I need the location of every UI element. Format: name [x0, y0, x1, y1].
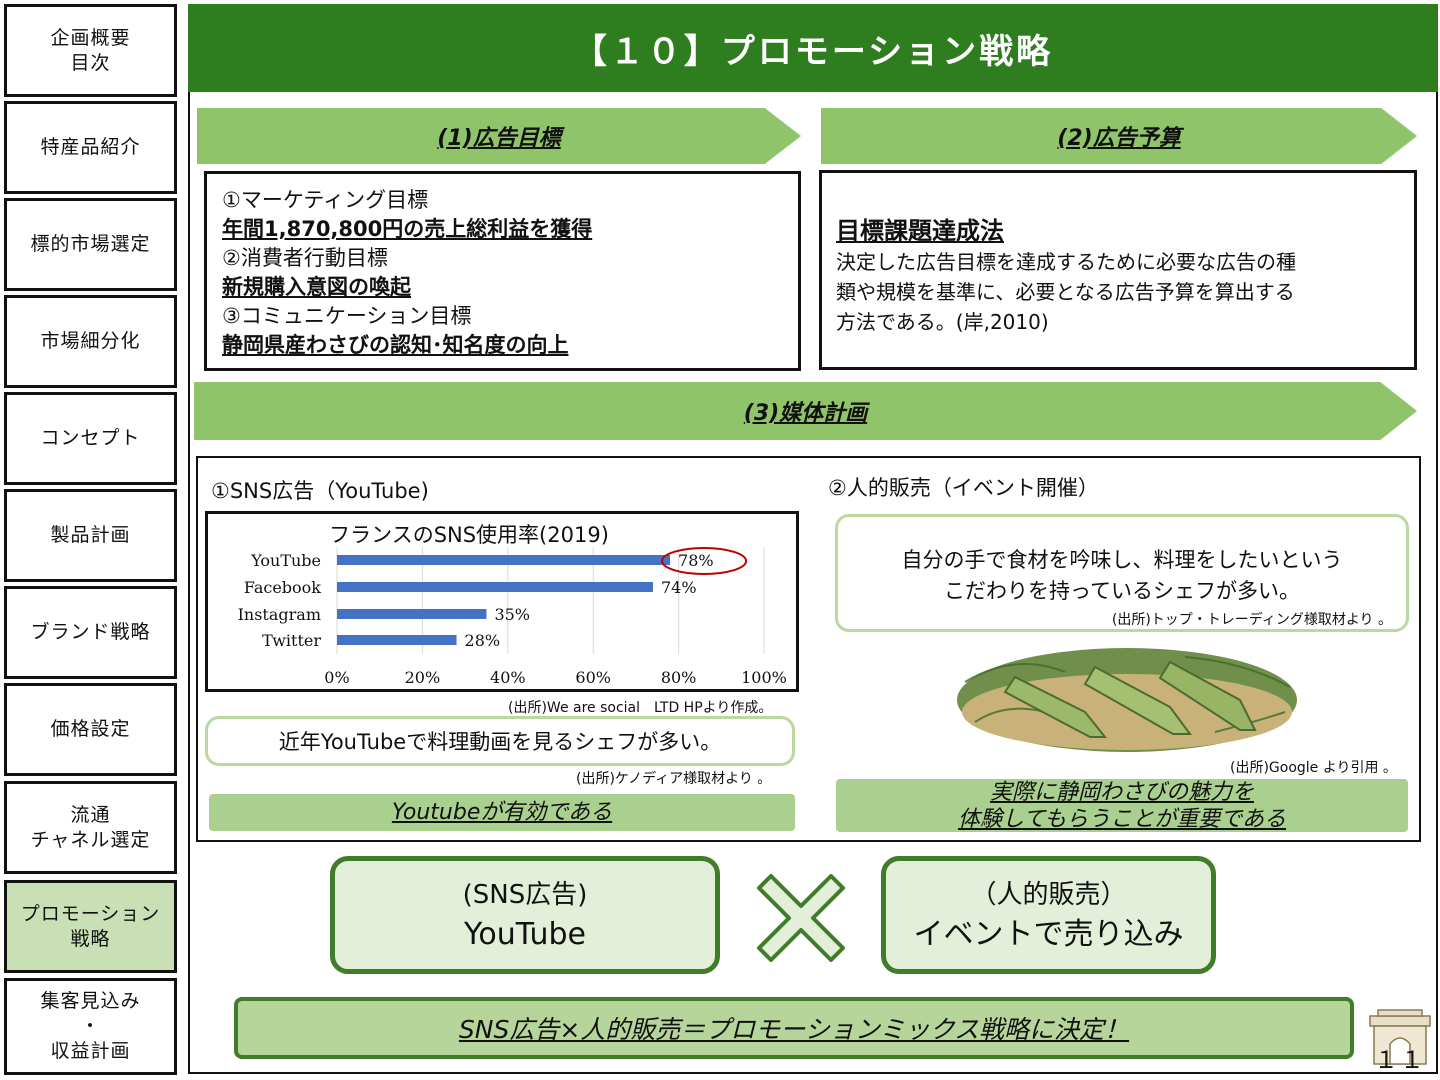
chart-x-tick: 100%	[741, 668, 787, 687]
goal-line-5: ③コミュニケーション目標	[222, 304, 472, 328]
chef-callout: 自分の手で食材を吟味し、料理をしたいという こだわりを持っているシェフが多い。 …	[835, 514, 1409, 632]
sidebar-item-product-intro[interactable]: 特産品紹介	[4, 101, 177, 194]
chart-x-tick: 40%	[490, 668, 526, 687]
chart-value-label: 28%	[465, 631, 501, 650]
chart-bar	[337, 582, 653, 592]
chart-x-tick: 80%	[661, 668, 697, 687]
section1-heading: (1)広告目標	[437, 126, 561, 151]
chef-callout-source: (出所)トップ・トレーディング様取材より 。	[1111, 612, 1392, 628]
goal-line-4: 新規購入意図の喚起	[222, 275, 411, 299]
sidebar-item-product-plan[interactable]: 製品計画	[4, 489, 177, 582]
wasabi-photo	[957, 648, 1297, 752]
chart-category-label: Instagram	[238, 605, 321, 624]
sidebar-item-revenue[interactable]: 集客見込み ・ 収益計画	[4, 978, 177, 1075]
ad-budget-box: 目標課題達成法 決定した広告目標を達成するために必要な広告の種 類や規模を基準に…	[819, 170, 1417, 370]
chart-category-label: Twitter	[262, 631, 321, 650]
budget-method-title: 目標課題達成法	[836, 217, 1004, 245]
chart-source: (出所)We are social LTD HPより作成。	[508, 700, 773, 716]
sns-usage-chart: フランスのSNS使用率(2019) 0% 20% 40% 60% 80% 100% YouT…	[205, 511, 799, 692]
section3-heading-arrow: (3)媒体計画	[194, 382, 1417, 440]
sidebar-item-segmentation[interactable]: 市場細分化	[4, 295, 177, 388]
ad-goal-box: ①マーケティング目標 年間1,870,800円の売上総利益を獲得 ②消費者行動目…	[204, 171, 801, 371]
personal-selling-box: （人的販売） イベントで売り込み	[881, 856, 1216, 974]
youtube-callout-text: 近年YouTubeで料理動画を見るシェフが多い。	[278, 730, 722, 754]
chart-bar	[337, 609, 487, 619]
experience-conclusion: 実際に静岡わさびの魅力を 体験してもらうことが重要である	[836, 779, 1408, 832]
section2-heading: (2)広告予算	[1057, 126, 1181, 151]
budget-line-1: 決定した広告目標を達成するために必要な広告の種	[836, 250, 1296, 274]
youtube-callout-source: (出所)ケノディア様取材より 。	[576, 771, 772, 787]
sidebar-item-brand[interactable]: ブランド戦略	[4, 586, 177, 679]
goal-line-3: ②消費者行動目標	[222, 246, 388, 270]
wasabi-image-source: (出所)Google より引用 。	[1230, 760, 1397, 776]
chart-bar	[337, 635, 457, 645]
youtube-conclusion-text: Youtubeが有効である	[391, 799, 613, 825]
sidebar-item-concept[interactable]: コンセプト	[4, 392, 177, 485]
experience-conclusion-line-1: 実際に静岡わさびの魅力を	[989, 779, 1254, 805]
sidebar-item-promotion[interactable]: プロモーション 戦略	[4, 880, 177, 973]
youtube-conclusion: Youtubeが有効である	[209, 794, 795, 831]
chart-value-label: 78%	[678, 551, 714, 570]
multiply-icon	[757, 874, 845, 962]
chef-callout-line-1: 自分の手で食材を吟味し、料理をしたいという	[901, 548, 1343, 572]
personal-selling-title: ②人的販売（イベント開催）	[828, 476, 1099, 500]
sidebar-item-channel[interactable]: 流通 チャネル選定	[4, 781, 177, 874]
sns-ad-box-line-1: (SNS広告)	[462, 880, 588, 910]
section3-heading: (3)媒体計画	[743, 401, 868, 426]
experience-conclusion-line-2: 体験してもらうことが重要である	[957, 806, 1287, 832]
chart-x-tick: 0%	[324, 668, 349, 687]
sns-ad-title: ①SNS広告（YouTube)	[211, 479, 429, 503]
chart-x-tick: 20%	[405, 668, 441, 687]
chef-callout-line-2: こだわりを持っているシェフが多い。	[944, 579, 1300, 603]
chart-title: フランスのSNS使用率(2019)	[329, 523, 609, 547]
budget-line-3: 方法である。(岸,2010)	[836, 310, 1049, 334]
goal-line-1: ①マーケティング目標	[222, 188, 429, 212]
chart-value-label: 35%	[494, 605, 530, 624]
sidebar-item-pricing[interactable]: 価格設定	[4, 683, 177, 776]
chart-bar	[337, 555, 671, 565]
sns-ad-box: (SNS広告) YouTube	[330, 856, 720, 974]
section2-heading-arrow: (2)広告予算	[821, 108, 1417, 164]
goal-line-6: 静岡県産わさびの認知･知名度の向上	[222, 333, 569, 357]
personal-selling-box-line-1: （人的販売）	[970, 880, 1127, 910]
sidebar-item-overview[interactable]: 企画概要 目次	[4, 4, 177, 97]
youtube-callout: 近年YouTubeで料理動画を見るシェフが多い。	[205, 716, 795, 766]
promotion-mix-conclusion: SNS広告×人的販売＝プロモーションミックス戦略に決定！	[234, 997, 1354, 1059]
goal-line-2: 年間1,870,800円の売上総利益を獲得	[222, 217, 593, 241]
section1-heading-arrow: (1)広告目標	[197, 108, 801, 164]
promotion-mix-conclusion-text: SNS広告×人的販売＝プロモーションミックス戦略に決定！	[458, 1015, 1130, 1044]
sns-ad-box-line-2: YouTube	[464, 917, 586, 952]
chart-value-label: 74%	[661, 578, 697, 597]
chart-x-tick: 60%	[575, 668, 611, 687]
personal-selling-box-line-2: イベントで売り込み	[913, 917, 1184, 952]
page-number: １１	[1374, 1046, 1426, 1074]
budget-line-2: 類や規模を基準に、必要となる広告予算を算出する	[836, 280, 1295, 304]
chart-category-label: Facebook	[244, 578, 321, 597]
sidebar-item-target-market[interactable]: 標的市場選定	[4, 198, 177, 291]
page-title: 【１０】プロモーション戦略	[188, 4, 1438, 92]
chart-category-label: YouTube	[250, 551, 321, 570]
